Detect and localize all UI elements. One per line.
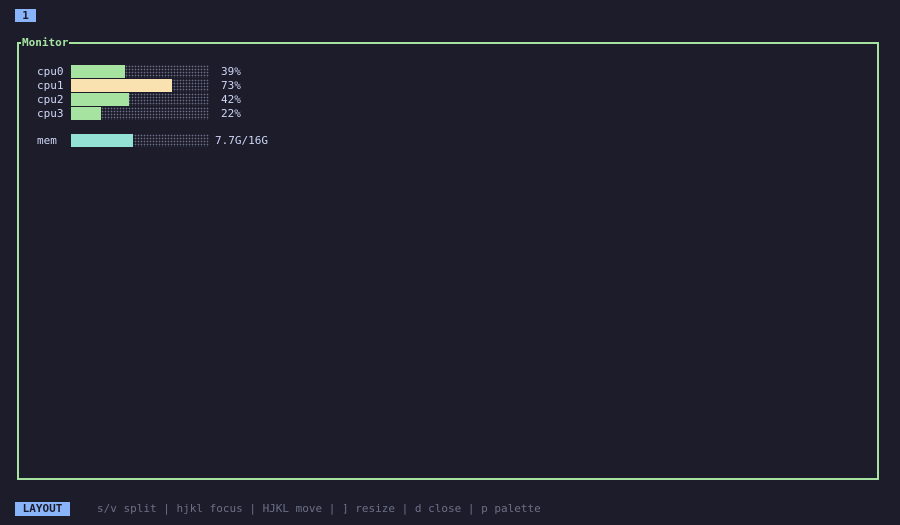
cpu-label: cpu3 bbox=[37, 107, 64, 120]
cpu-meter-track bbox=[71, 79, 209, 92]
cpu-meter-track bbox=[71, 107, 209, 120]
cpu-value: 73% bbox=[221, 79, 241, 92]
cpu-meter-fill bbox=[71, 65, 125, 78]
cpu-label: cpu0 bbox=[37, 65, 64, 78]
cpu-label: cpu1 bbox=[37, 79, 64, 92]
key-hints: s/v split | hjkl focus | HJKL move | ] r… bbox=[97, 502, 541, 515]
cpu-meter-fill bbox=[71, 107, 101, 120]
mem-label: mem bbox=[37, 134, 57, 147]
cpu-value: 42% bbox=[221, 93, 241, 106]
mode-badge: LAYOUT bbox=[15, 502, 70, 516]
cpu-label: cpu2 bbox=[37, 93, 64, 106]
cpu-meter-track bbox=[71, 93, 209, 106]
mem-value: 7.7G/16G bbox=[215, 134, 268, 147]
monitor-pane[interactable]: Monitor cpu0 39% cpu1 73% cpu2 42% cpu3 … bbox=[17, 37, 879, 480]
cpu-meter-fill bbox=[71, 93, 129, 106]
cpu-meter-fill bbox=[71, 79, 172, 92]
mem-meter-fill bbox=[71, 134, 133, 147]
cpu-meter-track bbox=[71, 65, 209, 78]
workspace-tab-1[interactable]: 1 bbox=[15, 9, 36, 22]
cpu-value: 22% bbox=[221, 107, 241, 120]
cpu-value: 39% bbox=[221, 65, 241, 78]
pane-title: Monitor bbox=[21, 36, 70, 49]
mem-meter-track bbox=[71, 134, 209, 147]
